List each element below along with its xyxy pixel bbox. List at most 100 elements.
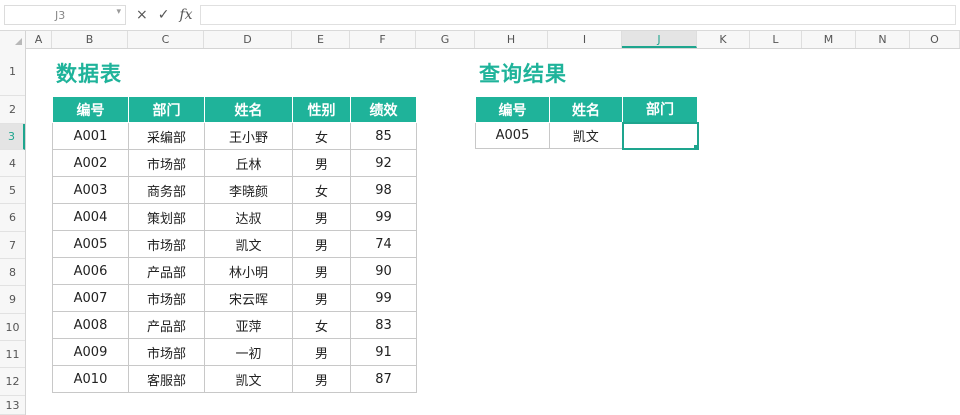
data-table-cell[interactable]: 宋云晖 — [204, 284, 293, 312]
row-header-12[interactable]: 12 — [0, 368, 25, 396]
data-table-cell[interactable]: 83 — [350, 311, 417, 339]
data-table-cell[interactable]: A008 — [52, 311, 129, 339]
data-table-cell[interactable]: A002 — [52, 149, 129, 177]
data-table-cell[interactable]: 市场部 — [128, 149, 205, 177]
data-table-cell[interactable]: 商务部 — [128, 176, 205, 204]
column-header-k[interactable]: K — [697, 31, 750, 48]
data-table-cell[interactable]: A006 — [52, 257, 129, 285]
select-all-corner[interactable] — [0, 31, 26, 48]
data-table-cell[interactable]: 凯文 — [204, 230, 293, 258]
enter-icon[interactable]: ✓ — [158, 7, 170, 23]
formula-input[interactable] — [200, 5, 956, 25]
data-table: 编号 部门 姓名 性别 绩效 A001 采编部 王小野女 85 A002 市场部 丘林男 92 A003… — [52, 96, 417, 393]
data-table-cell[interactable]: 市场部 — [128, 338, 205, 366]
data-table-cell[interactable]: 策划部 — [128, 203, 205, 231]
chevron-down-icon[interactable]: ▾ — [116, 7, 121, 17]
data-table-cell[interactable]: 91 — [350, 338, 417, 366]
data-table-cell[interactable]: A007 — [52, 284, 129, 312]
column-header-i[interactable]: I — [548, 31, 622, 48]
column-header-a[interactable]: A — [26, 31, 52, 48]
data-table-cell[interactable]: 85 — [350, 122, 417, 150]
data-table-cell[interactable]: 产品部 — [128, 257, 205, 285]
column-header-b[interactable]: B — [52, 31, 128, 48]
query-table-header-row: 编号 姓名 部门 — [475, 96, 698, 123]
column-header-n[interactable]: N — [856, 31, 910, 48]
data-table-cell[interactable]: 亚萍 — [204, 311, 293, 339]
data-table-header-cell[interactable]: 部门 — [128, 96, 205, 123]
data-table-header-cell[interactable]: 绩效 — [350, 96, 417, 123]
row-header-7[interactable]: 7 — [0, 232, 25, 259]
column-header-j[interactable]: J — [622, 31, 697, 48]
row-header-6[interactable]: 6 — [0, 204, 25, 232]
data-table-cell[interactable]: A004 — [52, 203, 129, 231]
row-header-8[interactable]: 8 — [0, 259, 25, 286]
data-table-cell[interactable]: 产品部 — [128, 311, 205, 339]
query-table-cell[interactable]: 凯文 — [549, 122, 623, 149]
data-table-header-cell[interactable]: 姓名 — [204, 96, 293, 123]
column-header-c[interactable]: C — [128, 31, 204, 48]
data-table-cell[interactable]: 90 — [350, 257, 417, 285]
column-header-l[interactable]: L — [750, 31, 802, 48]
row-header-3[interactable]: 3 — [0, 124, 25, 150]
data-table-cell[interactable]: 男 — [292, 230, 351, 258]
column-header-g[interactable]: G — [416, 31, 475, 48]
row-header-13[interactable]: 13 — [0, 396, 25, 415]
data-table-cell[interactable]: 丘林 — [204, 149, 293, 177]
data-table-cell[interactable]: 男 — [292, 257, 351, 285]
query-table-header-cell[interactable]: 部门 — [622, 96, 698, 123]
column-header-d[interactable]: D — [204, 31, 292, 48]
data-table-cell[interactable]: 87 — [350, 365, 417, 393]
data-table-cell[interactable]: 客服部 — [128, 365, 205, 393]
query-table-row: A005 凯文 — [475, 121, 699, 150]
data-table-cell[interactable]: 李晓颜 — [204, 176, 293, 204]
query-table-cell[interactable]: A005 — [475, 122, 550, 149]
data-table-cell[interactable]: 女 — [292, 311, 351, 339]
column-header-e[interactable]: E — [292, 31, 350, 48]
data-table-header-cell[interactable]: 编号 — [52, 96, 129, 123]
column-header-m[interactable]: M — [802, 31, 856, 48]
data-table-cell[interactable]: 一初 — [204, 338, 293, 366]
data-table-cell[interactable]: 98 — [350, 176, 417, 204]
row-header-11[interactable]: 11 — [0, 341, 25, 368]
data-table-cell[interactable]: 99 — [350, 284, 417, 312]
data-table-cell[interactable]: 达叔 — [204, 203, 293, 231]
data-table-cell[interactable]: 99 — [350, 203, 417, 231]
column-header-o[interactable]: O — [910, 31, 960, 48]
data-table-cell[interactable]: 女 — [292, 122, 351, 150]
data-table-cell[interactable]: 男 — [292, 203, 351, 231]
row-header-4[interactable]: 4 — [0, 150, 25, 177]
data-table-cell[interactable]: 凯文 — [204, 365, 293, 393]
row-header-9[interactable]: 9 — [0, 286, 25, 314]
function-icon[interactable]: fx — [179, 7, 192, 23]
data-table-cell[interactable]: 男 — [292, 365, 351, 393]
query-table-header-cell[interactable]: 姓名 — [549, 96, 623, 123]
data-table-cell[interactable]: A009 — [52, 338, 129, 366]
data-table-cell[interactable]: A005 — [52, 230, 129, 258]
data-table-cell[interactable]: 74 — [350, 230, 417, 258]
data-table-cell[interactable]: A010 — [52, 365, 129, 393]
column-header-h[interactable]: H — [475, 31, 548, 48]
name-box[interactable]: J3 ▾ — [4, 5, 126, 25]
data-table-cell[interactable]: 市场部 — [128, 284, 205, 312]
row-header-1[interactable]: 1 — [0, 48, 25, 96]
data-table-cell[interactable]: A003 — [52, 176, 129, 204]
column-header-f[interactable]: F — [350, 31, 416, 48]
active-cell-j3[interactable] — [621, 121, 699, 150]
data-table-cell[interactable]: A001 — [52, 122, 129, 150]
data-table-cell[interactable]: 王小野 — [204, 122, 293, 150]
row-header-2[interactable]: 2 — [0, 96, 25, 124]
query-table-header-cell[interactable]: 编号 — [475, 96, 550, 123]
data-table-cell[interactable]: 市场部 — [128, 230, 205, 258]
data-table-cell[interactable]: 男 — [292, 284, 351, 312]
data-table-cell[interactable]: 92 — [350, 149, 417, 177]
row-header-5[interactable]: 5 — [0, 177, 25, 204]
row-header-10[interactable]: 10 — [0, 314, 25, 341]
data-table-cell[interactable]: 采编部 — [128, 122, 205, 150]
data-table-header-row: 编号 部门 姓名 性别 绩效 — [52, 96, 417, 123]
data-table-cell[interactable]: 男 — [292, 338, 351, 366]
data-table-cell[interactable]: 男 — [292, 149, 351, 177]
cancel-icon[interactable]: × — [136, 7, 148, 23]
data-table-cell[interactable]: 女 — [292, 176, 351, 204]
data-table-cell[interactable]: 林小明 — [204, 257, 293, 285]
data-table-header-cell[interactable]: 性别 — [292, 96, 351, 123]
